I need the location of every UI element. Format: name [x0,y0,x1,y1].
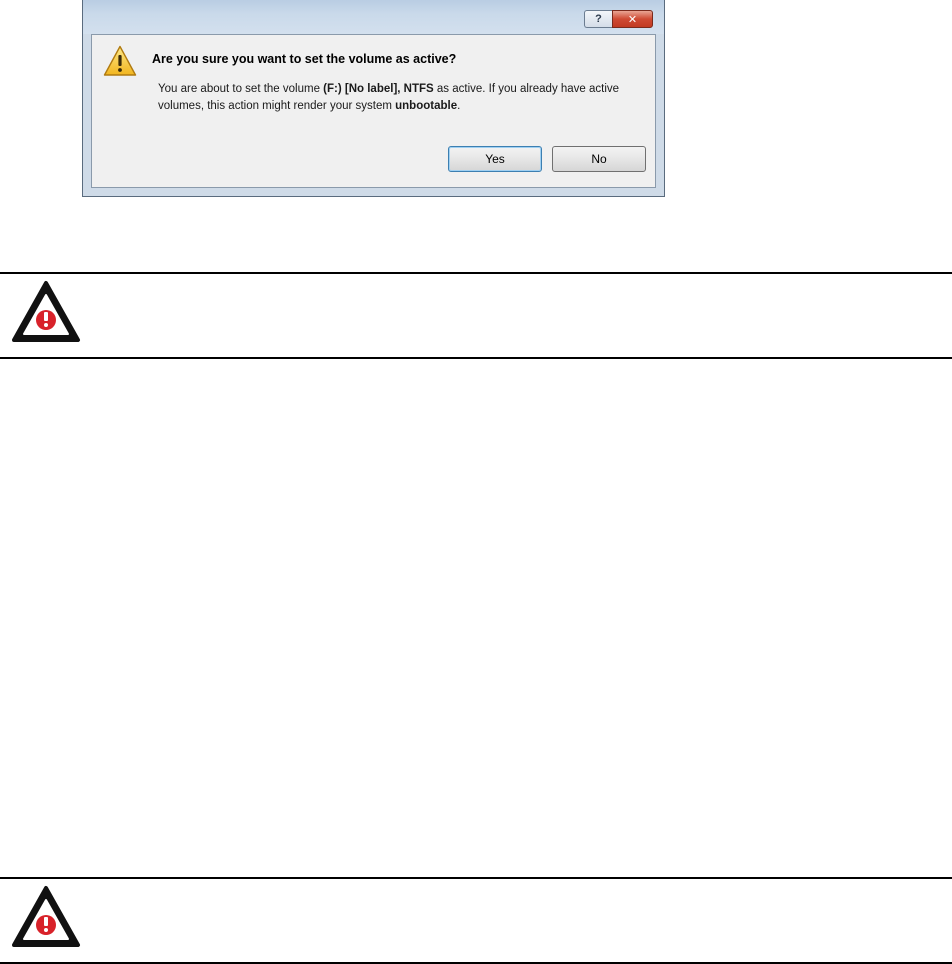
message-text-3: . [457,100,461,112]
page: ? ✕ Are you sure you want to set the vol… [0,0,952,964]
alert-triangle-icon [12,281,80,342]
help-icon: ? [595,13,602,25]
yes-button[interactable]: Yes [448,146,542,172]
message-unbootable: unbootable [395,100,458,112]
confirmation-dialog: ? ✕ Are you sure you want to set the vol… [82,0,665,197]
warning-note-2 [0,877,952,964]
help-button[interactable]: ? [584,10,612,28]
dialog-titlebar: ? ✕ [83,0,664,34]
message-text-1: You are about to set the volume [158,83,324,95]
titlebar-buttons: ? ✕ [584,10,653,28]
close-icon: ✕ [627,13,638,26]
close-button[interactable]: ✕ [612,10,653,28]
dialog-client-area: Are you sure you want to set the volume … [91,34,656,188]
warning-note-1 [0,272,952,359]
warning-triangle-icon [103,45,137,76]
dialog-heading: Are you sure you want to set the volume … [152,52,457,66]
no-button[interactable]: No [552,146,646,172]
message-volume: (F:) [No label], NTFS [323,83,434,95]
alert-triangle-icon [12,886,80,947]
dialog-message: You are about to set the volume (F:) [No… [158,81,638,115]
